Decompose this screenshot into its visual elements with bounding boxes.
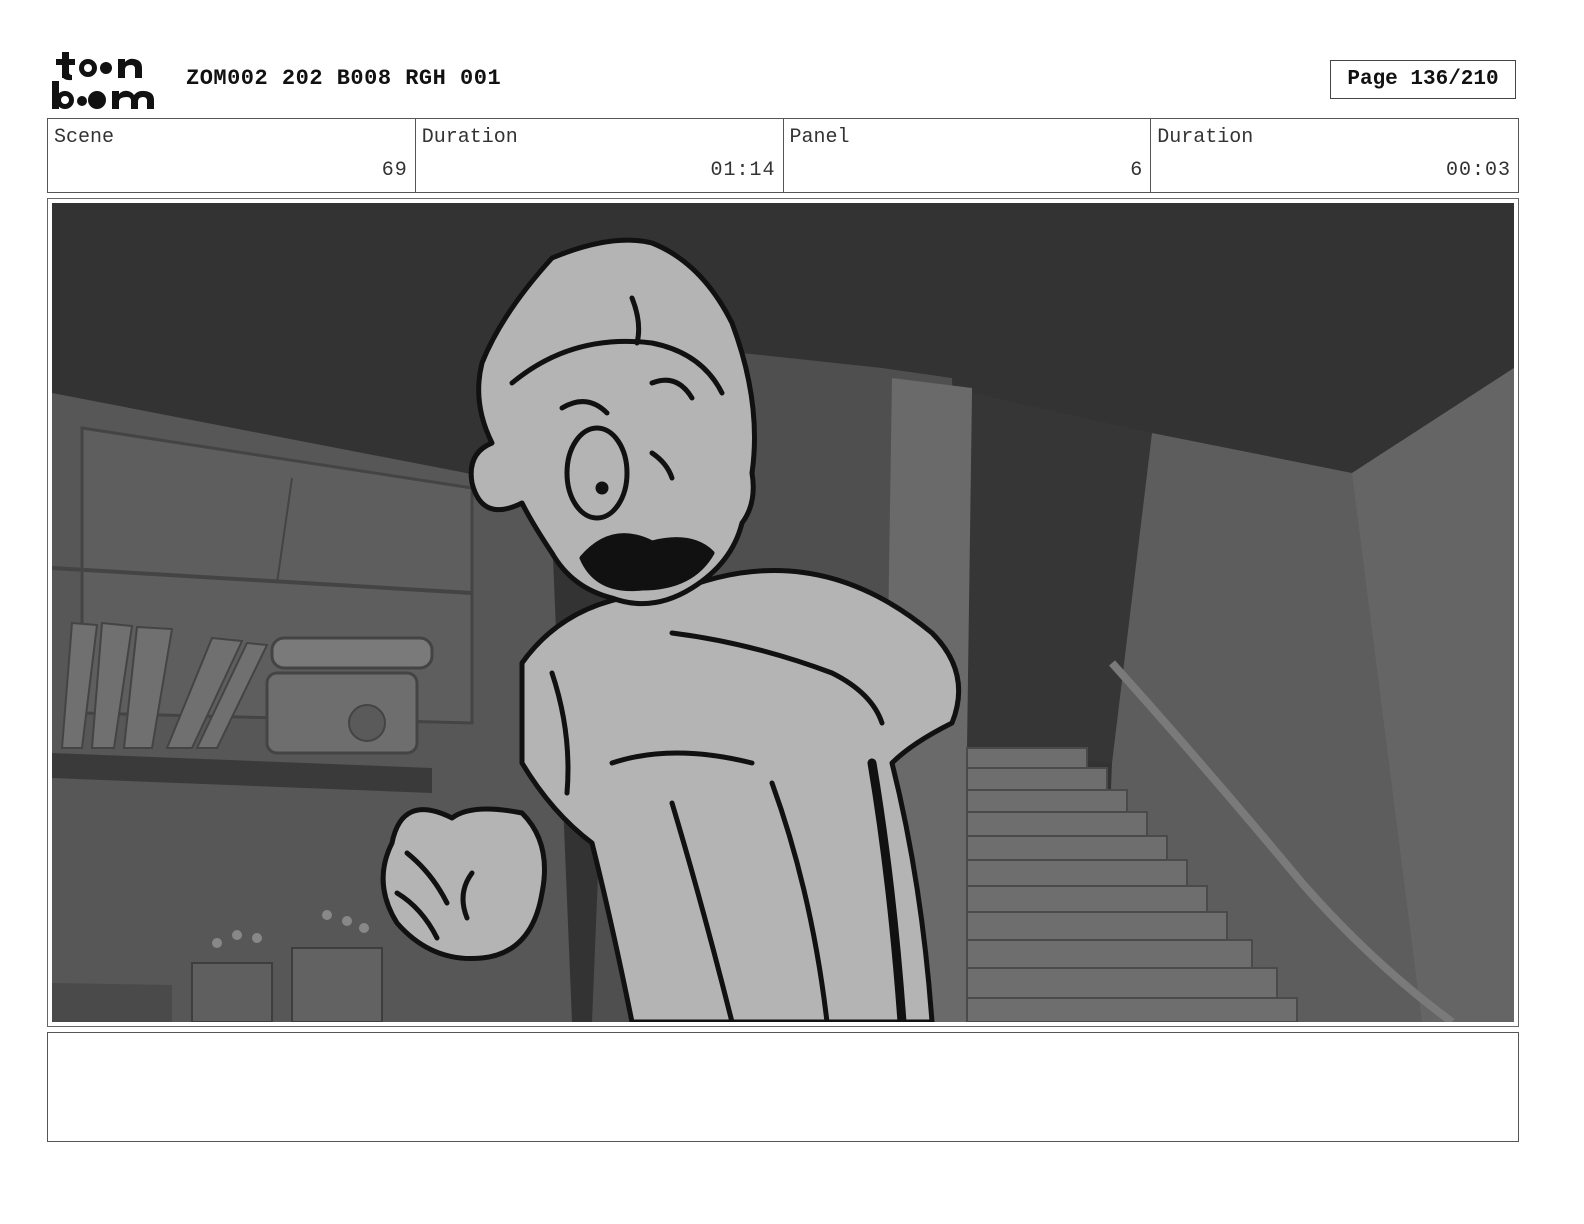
scene-duration-cell: Duration 01:14: [416, 119, 784, 192]
toon-boom-logo: [50, 50, 165, 112]
panel-duration-cell: Duration 00:03: [1151, 119, 1518, 192]
panel-duration-label: Duration: [1157, 126, 1254, 149]
scene-info-row: Scene 69 Duration 01:14 Panel 6 Duration…: [47, 118, 1519, 193]
panel-notes-box: [47, 1032, 1519, 1142]
scene-label: Scene: [54, 126, 115, 149]
scene-value: 69: [381, 159, 408, 182]
logo-mark-icon: [52, 52, 154, 109]
rotary-phone: [265, 636, 434, 755]
document-title: ZOM002 202 B008 RGH 001: [186, 66, 502, 91]
panel-label: Panel: [789, 126, 850, 149]
panel-value: 6: [1130, 159, 1144, 182]
scene-cell: Scene 69: [48, 119, 416, 192]
scene-duration-label: Duration: [421, 126, 518, 149]
scene-duration-value: 01:14: [710, 159, 776, 182]
panel-duration-value: 00:03: [1445, 159, 1511, 182]
panel-cell: Panel 6: [784, 119, 1152, 192]
page-indicator: Page 136/210: [1330, 60, 1516, 99]
storyboard-panel: [47, 198, 1519, 1027]
storyboard-drawing: [52, 203, 1514, 1022]
